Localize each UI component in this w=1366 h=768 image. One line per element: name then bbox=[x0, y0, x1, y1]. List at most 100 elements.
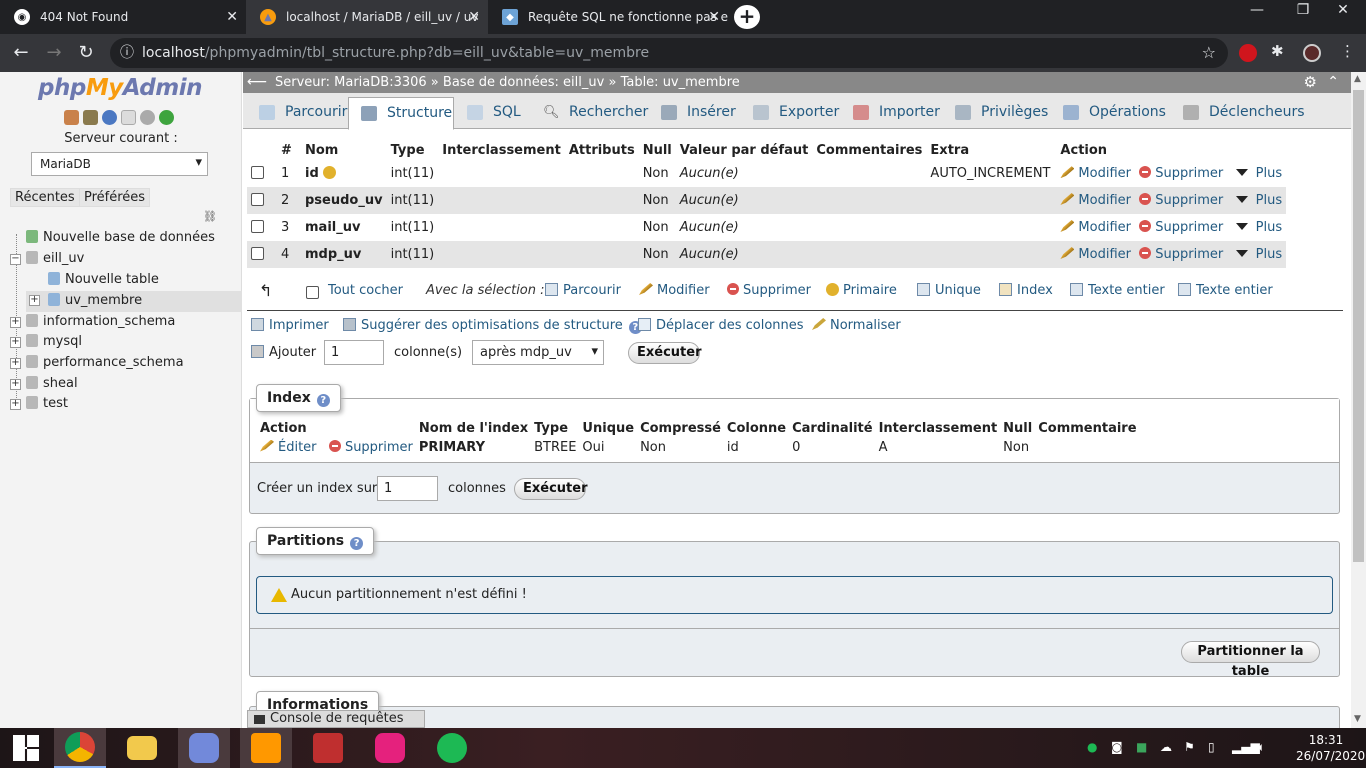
header-num[interactable]: # bbox=[277, 141, 301, 161]
header-default[interactable]: Valeur par défaut bbox=[675, 141, 813, 161]
extension-icon[interactable] bbox=[1239, 44, 1257, 62]
tab-search[interactable]: 🔍︎ Rechercher bbox=[531, 97, 650, 129]
browser-tab[interactable]: ◆ Requête SQL ne fonctionne pas e ✕ bbox=[488, 0, 728, 34]
battery-icon[interactable]: ▯ bbox=[1208, 740, 1215, 754]
filezilla-icon[interactable] bbox=[302, 728, 354, 768]
browser-tab-active[interactable]: ▲ localhost / MariaDB / eill_uv / uv ✕ bbox=[246, 0, 488, 34]
minimize-icon[interactable]: — bbox=[1234, 0, 1280, 22]
modify-link[interactable]: Modifier bbox=[1060, 166, 1131, 181]
tree-item-sheal[interactable]: sheal bbox=[26, 374, 78, 395]
sel-delete-button[interactable]: Supprimer bbox=[727, 283, 811, 298]
tab-browse[interactable]: Parcourir bbox=[247, 97, 347, 129]
sel-primary-button[interactable]: Primaire bbox=[826, 283, 897, 298]
normalize-link[interactable]: Normaliser bbox=[812, 318, 901, 333]
vertical-scrollbar[interactable]: ▲ ▼ bbox=[1351, 72, 1366, 728]
discord-tray-icon[interactable]: ◙ bbox=[1111, 740, 1123, 754]
header-comments[interactable]: Commentaires bbox=[812, 141, 927, 161]
tab-export[interactable]: Exporter bbox=[741, 97, 840, 129]
print-link[interactable]: Imprimer bbox=[251, 318, 329, 333]
row-checkbox[interactable] bbox=[251, 193, 264, 206]
collapse-icon[interactable]: − bbox=[10, 254, 21, 265]
suggest-structure-link[interactable]: Suggérer des optimisations de structure? bbox=[343, 318, 642, 334]
row-checkbox[interactable] bbox=[251, 166, 264, 180]
expand-icon[interactable]: + bbox=[10, 358, 21, 369]
volume-icon[interactable]: 🔈︎ bbox=[1258, 740, 1265, 755]
settings-gear-icon[interactable]: ⚙ bbox=[1304, 72, 1317, 93]
docs-icon[interactable] bbox=[121, 110, 136, 125]
system-clock[interactable]: 18:31 26/07/2020 bbox=[1296, 732, 1365, 764]
back-icon[interactable]: ← bbox=[10, 42, 32, 63]
expand-icon[interactable]: + bbox=[10, 399, 21, 410]
scroll-up-icon[interactable]: ▲ bbox=[1354, 74, 1361, 84]
column-position-select[interactable]: après mdp_uv bbox=[472, 340, 604, 365]
help-icon[interactable]: ? bbox=[316, 394, 330, 407]
tab-privileges[interactable]: Privilèges bbox=[943, 97, 1051, 129]
delete-link[interactable]: Supprimer bbox=[1139, 166, 1223, 181]
header-type[interactable]: Type bbox=[386, 141, 439, 161]
row-checkbox[interactable] bbox=[251, 247, 264, 260]
delete-link[interactable]: Supprimer bbox=[1139, 247, 1223, 262]
modify-link[interactable]: Modifier bbox=[1060, 220, 1131, 235]
tab-operations[interactable]: Opérations bbox=[1051, 97, 1171, 129]
expand-icon[interactable]: + bbox=[29, 295, 40, 306]
logout-icon[interactable] bbox=[83, 110, 98, 125]
flag-icon[interactable]: ⚑ bbox=[1184, 740, 1195, 754]
tree-item-new-table[interactable]: Nouvelle table bbox=[48, 270, 159, 291]
delete-index-link[interactable]: Supprimer bbox=[328, 439, 413, 455]
sql-console-toggle[interactable]: Console de requêtes SQL bbox=[247, 710, 425, 742]
bookmark-star-icon[interactable]: ☆ bbox=[1202, 38, 1216, 68]
file-explorer-icon[interactable] bbox=[116, 728, 168, 768]
tree-item-information-schema[interactable]: information_schema bbox=[26, 312, 175, 333]
sublime-text-icon[interactable] bbox=[240, 728, 292, 768]
tree-item-eill-uv[interactable]: eill_uv bbox=[26, 249, 84, 270]
scroll-down-icon[interactable]: ▼ bbox=[1354, 714, 1361, 724]
header-null[interactable]: Null bbox=[638, 141, 676, 161]
info-icon[interactable]: ⓘ bbox=[120, 38, 134, 68]
more-dropdown[interactable]: Plus bbox=[1235, 247, 1282, 262]
more-dropdown[interactable]: Plus bbox=[1235, 166, 1282, 181]
move-columns-link[interactable]: Déplacer des colonnes bbox=[638, 318, 804, 333]
network-icon[interactable]: ▂▄▆ bbox=[1232, 740, 1260, 754]
refresh-icon[interactable] bbox=[159, 110, 174, 125]
tree-item-performance-schema[interactable]: performance_schema bbox=[26, 353, 184, 374]
expand-icon[interactable]: + bbox=[10, 317, 21, 328]
close-tab-icon[interactable]: ✕ bbox=[468, 9, 480, 25]
settings-gear-icon[interactable] bbox=[140, 110, 155, 125]
scrollbar-thumb[interactable] bbox=[1353, 90, 1364, 562]
sel-modify-button[interactable]: Modifier bbox=[639, 283, 710, 298]
add-columns-count-input[interactable]: 1 bbox=[324, 340, 384, 365]
spotify-icon[interactable] bbox=[426, 728, 478, 768]
delete-link[interactable]: Supprimer bbox=[1139, 220, 1223, 235]
tab-insert[interactable]: Insérer bbox=[649, 97, 740, 129]
close-window-icon[interactable]: ✕ bbox=[1320, 0, 1366, 22]
tab-triggers[interactable]: Déclencheurs bbox=[1171, 97, 1319, 129]
crumb-table[interactable]: Table: uv_membre bbox=[621, 75, 740, 90]
check-all-checkbox[interactable] bbox=[306, 286, 319, 299]
browser-tab[interactable]: ◉ 404 Not Found ✕ bbox=[0, 0, 246, 34]
check-all-label[interactable]: Tout cocher bbox=[328, 283, 403, 298]
reload-icon[interactable]: ↻ bbox=[75, 42, 97, 63]
tree-item-test[interactable]: test bbox=[26, 394, 68, 415]
collapse-top-icon[interactable]: ⌃ bbox=[1327, 72, 1339, 93]
modify-link[interactable]: Modifier bbox=[1060, 247, 1131, 262]
link-chain-icon[interactable]: ⛓ bbox=[203, 210, 217, 223]
help-icon[interactable]: ? bbox=[350, 537, 364, 550]
windows-start-icon[interactable] bbox=[0, 728, 52, 768]
sel-browse-button[interactable]: Parcourir bbox=[545, 283, 621, 298]
create-index-execute-button[interactable]: Exécuter bbox=[514, 478, 588, 500]
extensions-puzzle-icon[interactable]: ✱ bbox=[1271, 42, 1289, 60]
menu-icon[interactable]: ⋮ bbox=[1340, 42, 1358, 60]
tree-item-uv-membre[interactable]: + uv_membre bbox=[26, 291, 242, 312]
crumb-database[interactable]: Base de données: eill_uv bbox=[443, 75, 604, 90]
sel-index-button[interactable]: Index bbox=[999, 283, 1053, 298]
add-columns-execute-button[interactable]: Exécuter bbox=[628, 342, 702, 364]
header-extra[interactable]: Extra bbox=[926, 141, 1057, 161]
crumb-server[interactable]: Serveur: MariaDB:3306 bbox=[275, 75, 427, 90]
sel-fulltext-button[interactable]: Texte entier bbox=[1178, 283, 1273, 298]
sel-spatial-button[interactable]: Texte entier bbox=[1070, 283, 1165, 298]
recent-tab[interactable]: Récentes bbox=[10, 188, 80, 207]
tab-import[interactable]: Importer bbox=[841, 97, 943, 129]
server-select[interactable]: MariaDB bbox=[31, 152, 208, 176]
discord-icon[interactable] bbox=[178, 728, 230, 768]
favorites-tab[interactable]: Préférées bbox=[79, 188, 151, 207]
